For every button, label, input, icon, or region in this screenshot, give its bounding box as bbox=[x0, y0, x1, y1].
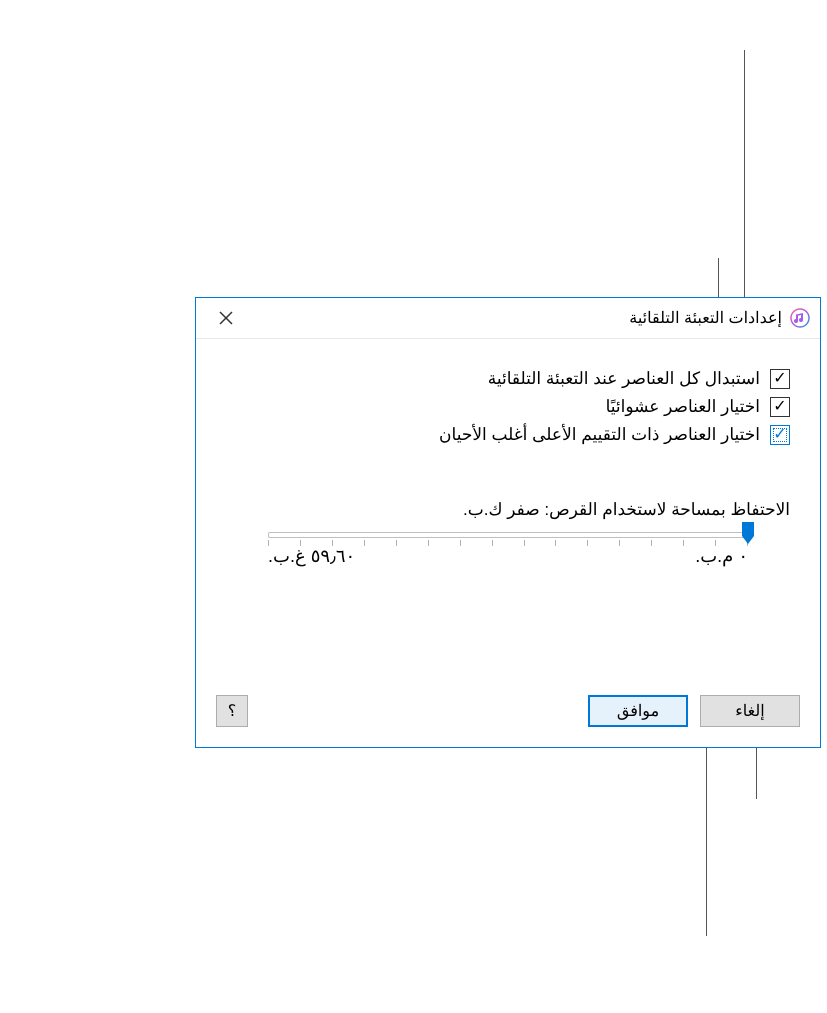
reserve-space-section: الاحتفاظ بمساحة لاستخدام القرص: صفر ك.ب.… bbox=[226, 500, 790, 567]
slider-range-labels: ٠ م.ب. ٥٩٫٦٠ غ.ب. bbox=[268, 546, 748, 567]
checkbox-label: اختيار العناصر ذات التقييم الأعلى أغلب ا… bbox=[439, 425, 760, 445]
dialog-content: استبدال كل العناصر عند التعبئة التلقائية… bbox=[196, 339, 820, 587]
checkbox-replace-all[interactable] bbox=[770, 369, 790, 389]
slider-label: الاحتفاظ بمساحة لاستخدام القرص: صفر ك.ب. bbox=[226, 500, 790, 520]
checkbox-row-higher-rated[interactable]: اختيار العناصر ذات التقييم الأعلى أغلب ا… bbox=[226, 425, 790, 445]
autofill-settings-dialog: إعدادات التعبئة التلقائية استبدال كل الع… bbox=[195, 297, 821, 748]
reserve-space-slider[interactable] bbox=[268, 532, 748, 538]
checkbox-random[interactable] bbox=[770, 397, 790, 417]
itunes-icon bbox=[790, 308, 810, 328]
slider-min-label: ٠ م.ب. bbox=[695, 546, 748, 567]
titlebar: إعدادات التعبئة التلقائية bbox=[196, 298, 820, 339]
help-button[interactable]: ؟ bbox=[216, 695, 248, 727]
dialog-footer: إلغاء موافق ؟ bbox=[216, 695, 800, 727]
slider-thumb[interactable] bbox=[740, 522, 756, 546]
cancel-button[interactable]: إلغاء bbox=[700, 695, 800, 727]
checkbox-higher-rated[interactable] bbox=[770, 425, 790, 445]
checkbox-row-replace-all[interactable]: استبدال كل العناصر عند التعبئة التلقائية bbox=[226, 369, 790, 389]
slider-track bbox=[268, 532, 748, 538]
checkbox-row-random[interactable]: اختيار العناصر عشوائيًا bbox=[226, 397, 790, 417]
ok-button[interactable]: موافق bbox=[588, 695, 688, 727]
slider-max-label: ٥٩٫٦٠ غ.ب. bbox=[268, 546, 355, 567]
slider-ticks bbox=[268, 540, 748, 548]
dialog-title: إعدادات التعبئة التلقائية bbox=[629, 308, 782, 328]
checkbox-label: اختيار العناصر عشوائيًا bbox=[606, 397, 760, 417]
checkbox-label: استبدال كل العناصر عند التعبئة التلقائية bbox=[488, 369, 760, 389]
close-icon bbox=[219, 311, 233, 325]
close-button[interactable] bbox=[206, 298, 246, 338]
